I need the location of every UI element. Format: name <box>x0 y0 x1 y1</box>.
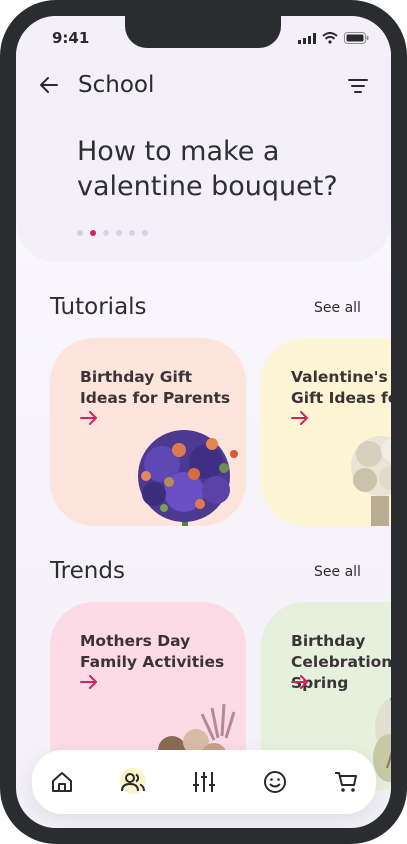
nav-settings-button[interactable] <box>188 766 220 798</box>
page-title: School <box>78 72 155 98</box>
carousel-dot[interactable] <box>77 230 83 236</box>
carousel-dot[interactable] <box>116 230 122 236</box>
cart-icon <box>335 772 357 792</box>
notch <box>125 16 281 48</box>
nav-profile-button[interactable] <box>259 766 291 798</box>
back-arrow-icon[interactable] <box>38 74 60 96</box>
signal-icon <box>298 32 316 44</box>
trends-title: Trends <box>50 558 125 584</box>
card-title: Valentine's Day Gift Ideas for <box>291 368 391 407</box>
carousel-dot[interactable] <box>129 230 135 236</box>
card-title: Mothers Day Family Activities <box>80 632 225 671</box>
bottom-nav <box>32 750 376 814</box>
smile-icon <box>264 771 286 793</box>
nav-home-button[interactable] <box>46 766 78 798</box>
carousel-dots <box>77 230 148 236</box>
tutorial-card-birthday-gift[interactable]: Birthday Gift Ideas for Parents <box>50 338 246 526</box>
arrow-right-icon <box>291 675 308 689</box>
card-title: Birthday Gift Ideas for Parents <box>80 368 231 407</box>
status-time: 9:41 <box>52 29 90 47</box>
wifi-icon <box>322 32 338 44</box>
tutorials-see-all-link[interactable]: See all <box>314 300 361 316</box>
filter-icon[interactable] <box>347 76 369 96</box>
tutorial-card-valentines-gift[interactable]: Valentine's Day Gift Ideas for <box>261 338 391 526</box>
carousel-dot[interactable] <box>142 230 148 236</box>
trends-see-all-link[interactable]: See all <box>314 564 361 580</box>
home-icon <box>52 772 72 792</box>
nav-cart-button[interactable] <box>330 766 362 798</box>
users-icon <box>121 773 145 792</box>
sliders-icon <box>193 772 215 792</box>
nav-community-button[interactable] <box>117 766 149 798</box>
tutorials-title: Tutorials <box>50 294 147 320</box>
phone-frame: 9:41 School How to make a valentine bouq… <box>0 0 407 844</box>
app-screen: 9:41 School How to make a valentine bouq… <box>16 16 391 828</box>
hero-title: How to make a valentine bouquet? <box>77 136 338 202</box>
carousel-dot[interactable] <box>103 230 109 236</box>
carousel-dot-active[interactable] <box>90 230 96 236</box>
arrow-right-icon <box>291 411 308 425</box>
status-icons <box>298 32 369 44</box>
battery-icon <box>344 32 369 44</box>
bouquet-white-image <box>351 436 391 526</box>
arrow-right-icon <box>80 675 97 689</box>
arrow-right-icon <box>80 411 97 425</box>
bouquet-purple-image <box>138 430 238 526</box>
